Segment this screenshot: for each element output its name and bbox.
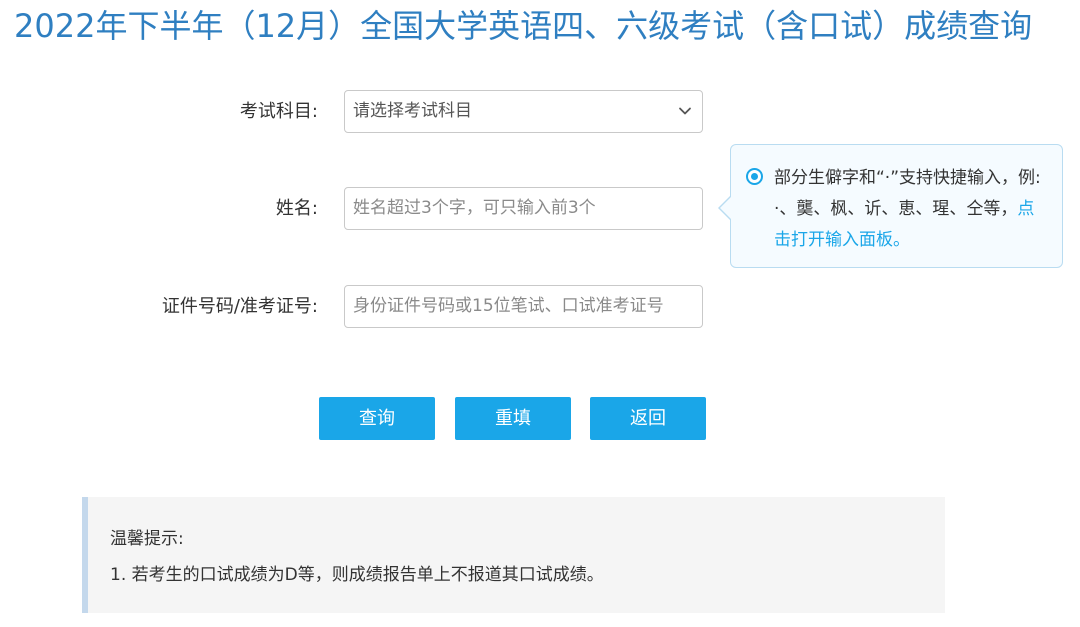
chevron-down-icon: [679, 107, 691, 115]
tip-message: 部分生僻字和“·”支持快捷输入，例: ·、龑、枫、䜣、恵、瑆、仝等，: [774, 168, 1041, 219]
score-query-page: 2022年下半年（12月）全国大学英语四、六级考试（含口试）成绩查询 考试科目:…: [0, 0, 1080, 627]
notice-box: 温馨提示: 1. 若考生的口试成绩为D等，则成绩报告单上不报道其口试成绩。: [82, 497, 945, 613]
radio-dot-icon: [746, 168, 763, 185]
tip-arrow-fill: [720, 196, 732, 220]
notice-item: 1. 若考生的口试成绩为D等，则成绩报告单上不报道其口试成绩。: [110, 565, 604, 585]
reset-button[interactable]: 重填: [455, 397, 571, 440]
id-input-placeholder: 身份证件号码或15位笔试、口试准考证号: [353, 296, 664, 316]
id-input[interactable]: 身份证件号码或15位笔试、口试准考证号: [344, 285, 703, 328]
input-tip-box: 部分生僻字和“·”支持快捷输入，例: ·、龑、枫、䜣、恵、瑆、仝等，点击打开输入…: [718, 144, 1063, 268]
subject-select-value: 请选择考试科目: [353, 101, 472, 121]
query-button[interactable]: 查询: [319, 397, 435, 440]
name-label: 姓名:: [275, 198, 318, 219]
name-input[interactable]: 姓名超过3个字，可只输入前3个: [344, 187, 703, 230]
notice-title: 温馨提示:: [110, 529, 184, 549]
tip-text: 部分生僻字和“·”支持快捷输入，例: ·、龑、枫、䜣、恵、瑆、仝等，点击打开输入…: [774, 163, 1050, 256]
id-label: 证件号码/准考证号:: [161, 296, 318, 317]
back-button[interactable]: 返回: [590, 397, 706, 440]
subject-label: 考试科目:: [239, 101, 318, 122]
page-title: 2022年下半年（12月）全国大学英语四、六级考试（含口试）成绩查询: [14, 7, 1033, 45]
name-input-placeholder: 姓名超过3个字，可只输入前3个: [353, 198, 596, 218]
subject-select[interactable]: 请选择考试科目: [344, 90, 703, 133]
